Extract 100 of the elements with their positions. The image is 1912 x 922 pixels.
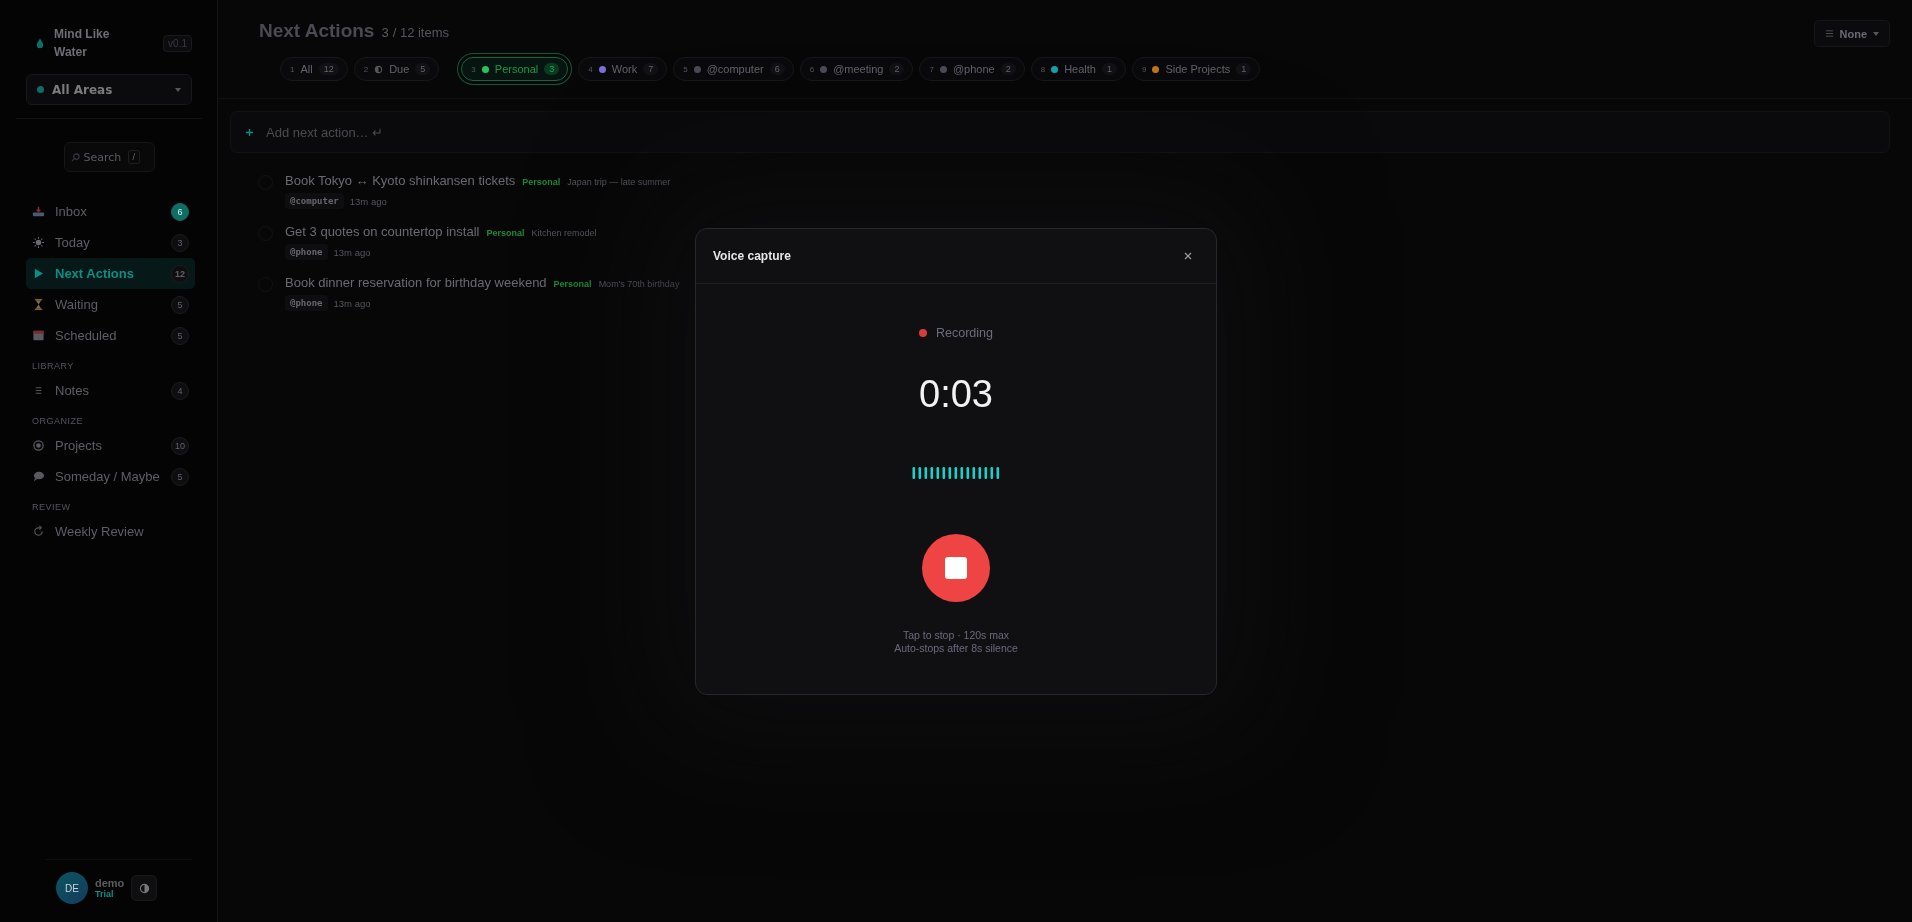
task-age: 13m ago bbox=[333, 297, 371, 309]
nav-item[interactable]: Someday / Maybe 5 bbox=[26, 461, 195, 492]
shortcut-number: 6 bbox=[809, 64, 815, 74]
chip-count: 2 bbox=[889, 63, 905, 75]
count-badge: 12 bbox=[171, 264, 189, 283]
grouping-dropdown[interactable]: None bbox=[1813, 20, 1890, 47]
chip-count: 2 bbox=[1000, 63, 1016, 75]
chip-count: 1 bbox=[1101, 63, 1117, 75]
shortcut-number: 9 bbox=[1141, 64, 1147, 74]
section-heading: LIBRARY bbox=[32, 361, 75, 371]
stop-icon bbox=[945, 556, 967, 579]
filter-chip[interactable]: 7 @phone 2 bbox=[919, 57, 1025, 81]
water-drop-icon bbox=[36, 37, 44, 49]
chip-count: 3 bbox=[544, 63, 560, 75]
caret-icon bbox=[1873, 31, 1879, 36]
filter-chip[interactable]: 5 @computer 6 bbox=[673, 57, 794, 81]
shortcut-number: 3 bbox=[471, 64, 476, 74]
user-name: demo bbox=[95, 877, 125, 889]
chip-label: Work bbox=[611, 63, 638, 75]
plan-label: Trial bbox=[95, 889, 115, 899]
inbox-tray-icon bbox=[32, 205, 45, 218]
item-total: / 12 items bbox=[392, 25, 450, 40]
context-tag: @computer bbox=[285, 193, 344, 209]
task-title: Get 3 quotes on countertop install bbox=[285, 224, 480, 239]
shortcut-number: 8 bbox=[1040, 64, 1046, 74]
sun-icon bbox=[32, 236, 45, 249]
task-title: Book dinner reservation for birthday weekend bbox=[285, 275, 547, 290]
search-field[interactable]: Search bbox=[83, 150, 124, 164]
plus-icon bbox=[245, 127, 254, 137]
user-avatar: DE bbox=[56, 872, 88, 904]
area-tag: Personal bbox=[522, 177, 561, 187]
count-badge: 4 bbox=[171, 381, 189, 400]
target-icon bbox=[32, 439, 45, 452]
count-badge: 5 bbox=[171, 295, 189, 314]
app-name: Mind Like Water bbox=[54, 26, 111, 61]
hint-text: Tap to stop · 120s max bbox=[902, 628, 1010, 641]
filter-chip[interactable]: 6 @meeting 2 bbox=[799, 57, 914, 81]
search-icon bbox=[70, 152, 80, 162]
task-title: Book Tokyo ↔ Kyoto shinkansen tickets bbox=[285, 173, 516, 188]
filter-chip[interactable]: 2 Due 5 bbox=[353, 57, 440, 81]
dialog-title: Voice capture bbox=[713, 248, 791, 263]
filter-chip[interactable]: 4 Work 7 bbox=[578, 57, 668, 81]
filter-chip[interactable]: 9 Side Projects 1 bbox=[1131, 57, 1261, 81]
area-selector[interactable]: All Areas bbox=[26, 74, 192, 105]
nav-item[interactable]: Weekly Review bbox=[26, 516, 195, 547]
project-name: Mom's 70th birthday bbox=[598, 279, 680, 289]
chip-count: 6 bbox=[769, 63, 785, 75]
recording-status: Recording bbox=[936, 325, 993, 340]
chip-count: 7 bbox=[643, 63, 659, 75]
chip-label: Due bbox=[389, 63, 410, 75]
recording-dot bbox=[919, 328, 927, 337]
add-action-bar[interactable]: Add next action… ↵ bbox=[230, 111, 1890, 153]
nav-item[interactable]: Waiting 5 bbox=[26, 289, 195, 320]
chip-label: Side Projects bbox=[1165, 63, 1231, 75]
caret-icon bbox=[175, 87, 181, 92]
chip-label: @meeting bbox=[833, 63, 884, 75]
count-badge: 5 bbox=[171, 326, 189, 345]
context-tag: @phone bbox=[285, 295, 328, 311]
nav-item[interactable]: Notes 4 bbox=[26, 375, 195, 406]
filter-chip[interactable]: 8 Health 1 bbox=[1030, 57, 1126, 81]
chip-label: Health bbox=[1064, 63, 1096, 75]
half-circle-icon bbox=[374, 64, 384, 74]
hourglass-icon bbox=[32, 298, 45, 311]
nav-item[interactable]: Next Actions 12 bbox=[26, 258, 195, 289]
count-badge: 3 bbox=[171, 233, 189, 252]
count-badge: 10 bbox=[171, 436, 189, 455]
area-tag: Personal bbox=[486, 228, 525, 238]
hint-text: Auto-stops after 8s silence bbox=[894, 641, 1018, 654]
chip-label: Personal bbox=[494, 63, 539, 75]
chip-count: 12 bbox=[318, 63, 339, 75]
add-action-field[interactable]: Add next action… ↵ bbox=[264, 123, 1875, 141]
nav-item[interactable]: Projects 10 bbox=[26, 430, 195, 461]
count-badge: 6 bbox=[171, 202, 189, 221]
nav-item[interactable]: Inbox 6 bbox=[26, 196, 195, 227]
shortcut-number: 4 bbox=[588, 64, 593, 74]
speech-bubble-icon bbox=[32, 470, 45, 483]
item-count: 3 bbox=[381, 25, 389, 40]
theme-toggle-button[interactable] bbox=[131, 875, 158, 901]
shortcut-number: 5 bbox=[683, 64, 688, 74]
task-age: 13m ago bbox=[333, 246, 371, 258]
search-box[interactable]: Search / bbox=[63, 142, 155, 172]
half-circle-icon bbox=[138, 882, 150, 894]
area-tag: Personal bbox=[553, 279, 592, 289]
play-icon bbox=[32, 267, 45, 280]
task-age: 13m ago bbox=[349, 195, 387, 207]
shortcut-number: 1 bbox=[290, 64, 295, 74]
shortcut-number: 7 bbox=[929, 64, 934, 74]
close-icon[interactable] bbox=[1183, 250, 1193, 261]
calendar-icon bbox=[32, 329, 45, 342]
filter-chip[interactable]: 1 All 12 bbox=[280, 57, 348, 81]
lines-icon bbox=[1824, 29, 1834, 38]
nav-item[interactable]: Today 3 bbox=[26, 227, 195, 258]
section-heading: ORGANIZE bbox=[32, 416, 84, 426]
timer: 0:03 bbox=[919, 372, 993, 416]
project-name: Kitchen remodel bbox=[531, 228, 597, 238]
project-name: Japan trip — late summer bbox=[567, 177, 671, 187]
nav-item[interactable]: Scheduled 5 bbox=[26, 320, 195, 351]
count-badge: 5 bbox=[171, 467, 189, 486]
chip-count: 5 bbox=[415, 63, 431, 75]
section-heading: REVIEW bbox=[32, 502, 72, 512]
